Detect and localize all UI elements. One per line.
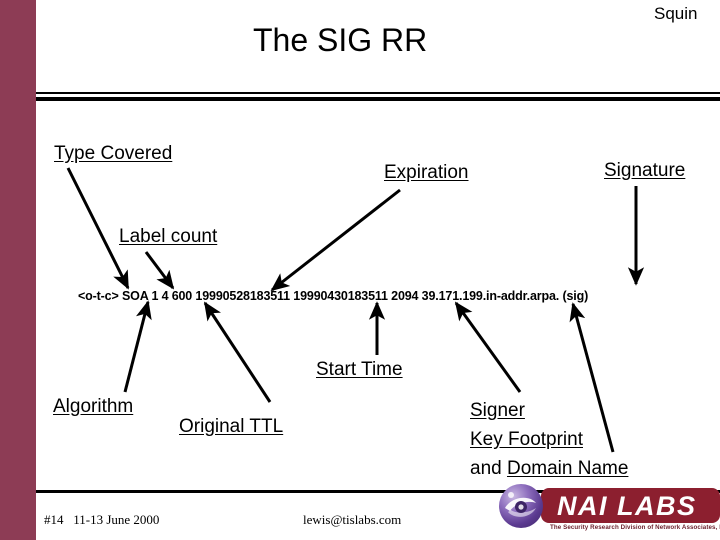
callout-original-ttl: Original TTL <box>179 416 283 438</box>
callout-label-count-text: Label count <box>119 226 218 247</box>
callout-algorithm-text: Algorithm <box>53 396 134 417</box>
header-rule-thick <box>36 97 720 101</box>
callout-expiration-text: Expiration <box>384 162 469 183</box>
callout-key-footprint-line: Key Footprint <box>470 425 628 454</box>
dns-sig-record: <o-t-c> SOA 1 4 600 19990528183511 19990… <box>78 289 589 303</box>
callout-label-count: Label count <box>119 226 217 248</box>
eye-swoosh-icon <box>505 492 536 517</box>
footer-slide-number: #14 <box>44 512 64 527</box>
sidebar-band: Who's watching your network <box>0 0 36 540</box>
footer-email: lewis@tislabs.com <box>303 512 402 527</box>
callout-signature: Signature <box>604 160 685 182</box>
callout-key-footprint-text: Key Footprint <box>470 429 583 450</box>
footer-date: 11-13 June 2000 <box>73 512 160 527</box>
callout-original-ttl-text: Original TTL <box>179 416 284 437</box>
footer-slide-info: #14 11-13 June 2000 <box>44 512 159 528</box>
page-title: The SIG RR <box>253 22 428 58</box>
callout-domain-name-line: and Domain Name <box>470 454 628 483</box>
callout-type-covered-text: Type Covered <box>54 143 173 164</box>
callout-signer-line: Signer <box>470 396 628 425</box>
callout-signer-block: Signer Key Footprint and Domain Name <box>470 396 628 483</box>
callout-signer-text: Signer <box>470 400 525 421</box>
callout-signature-text: Signature <box>604 160 686 181</box>
corner-note: Squin <box>654 4 698 23</box>
callout-expiration: Expiration <box>384 162 469 184</box>
callout-start-time: Start Time <box>316 359 403 381</box>
callout-domain-name-text: Domain Name <box>506 458 629 479</box>
header-rule-thin <box>36 92 720 94</box>
callout-algorithm: Algorithm <box>53 396 133 418</box>
logo-tagline: The Security Research Division of Networ… <box>550 524 720 531</box>
callout-type-covered: Type Covered <box>54 143 172 165</box>
nai-labs-logo: NAI LABS The Security Research Division … <box>493 483 720 540</box>
callout-and-word: and <box>470 458 502 479</box>
callout-start-time-text: Start Time <box>316 359 403 380</box>
logo-wordmark: NAI LABS <box>557 491 697 521</box>
slide-canvas: Who's watching your network The SIG RR S… <box>0 0 720 540</box>
